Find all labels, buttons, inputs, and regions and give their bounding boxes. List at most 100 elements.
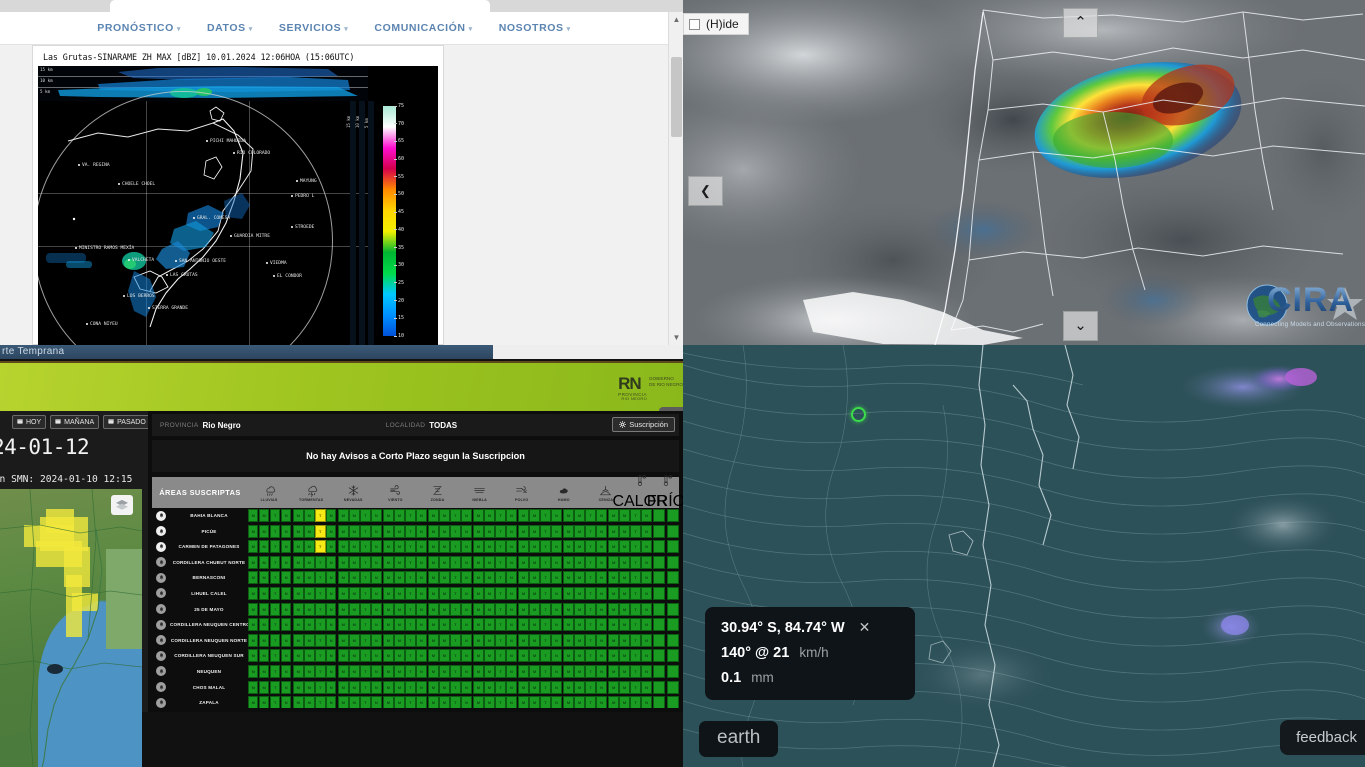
hazard-cell[interactable]: M bbox=[473, 681, 483, 694]
hazard-cell[interactable]: N bbox=[641, 649, 651, 662]
hazard-cell[interactable]: N bbox=[551, 649, 561, 662]
hazard-cell[interactable]: M bbox=[619, 618, 629, 631]
hazard-cell[interactable]: T bbox=[450, 525, 460, 538]
row-notification-toggle[interactable] bbox=[152, 570, 170, 585]
pan-up-button[interactable]: ⌃ bbox=[1063, 8, 1098, 38]
hazard-cell[interactable]: M bbox=[574, 634, 584, 647]
hazard-cell[interactable]: M bbox=[608, 634, 618, 647]
hazard-cell[interactable]: M bbox=[529, 696, 539, 708]
hazard-cell[interactable]: M bbox=[608, 525, 618, 538]
hazard-cell[interactable]: M bbox=[293, 525, 303, 538]
hazard-cell[interactable]: N bbox=[326, 681, 336, 694]
temperature-cell[interactable] bbox=[653, 618, 665, 631]
temperature-cell[interactable] bbox=[667, 525, 679, 538]
hazard-cell[interactable]: M bbox=[349, 649, 359, 662]
hazard-cell[interactable]: M bbox=[518, 681, 528, 694]
hazard-cell[interactable]: M bbox=[574, 587, 584, 600]
hazard-cell[interactable]: M bbox=[293, 634, 303, 647]
hazard-cell[interactable]: M bbox=[529, 649, 539, 662]
hazard-cell[interactable]: T bbox=[360, 681, 370, 694]
hazard-cell[interactable]: M bbox=[518, 649, 528, 662]
hazard-cell[interactable]: M bbox=[338, 618, 348, 631]
hazard-cell[interactable]: N bbox=[281, 540, 291, 553]
hazard-cell[interactable]: N bbox=[461, 540, 471, 553]
hazard-cell[interactable]: N bbox=[551, 634, 561, 647]
hazard-cell[interactable]: T bbox=[360, 696, 370, 708]
hazard-cell[interactable]: M bbox=[518, 540, 528, 553]
readout-precip-unit[interactable]: mm bbox=[751, 670, 774, 685]
hazard-cell[interactable]: M bbox=[574, 603, 584, 616]
hazard-cell[interactable]: T bbox=[315, 681, 325, 694]
earth-map[interactable]: 30.94° S, 84.74° W ✕ 140° @ 21 km/h 0.1 … bbox=[683, 345, 1365, 767]
table-row[interactable]: BAHIA BLANCAMMTNMMTNMMTNMMTNMMTNMMTNMMTN… bbox=[152, 508, 679, 523]
hazard-cell[interactable]: T bbox=[630, 618, 640, 631]
hazard-cell[interactable]: M bbox=[394, 603, 404, 616]
hazard-cell[interactable]: M bbox=[304, 649, 314, 662]
hazard-cell[interactable]: M bbox=[619, 540, 629, 553]
hazard-cell[interactable]: M bbox=[248, 618, 258, 631]
hazard-cell[interactable]: N bbox=[371, 587, 381, 600]
hazard-cell[interactable]: N bbox=[416, 681, 426, 694]
row-notification-toggle[interactable] bbox=[152, 555, 170, 570]
hazard-cell[interactable]: N bbox=[596, 696, 606, 708]
hazard-cell[interactable]: T bbox=[540, 681, 550, 694]
hazard-cell[interactable]: T bbox=[315, 603, 325, 616]
hazard-cell[interactable]: N bbox=[641, 681, 651, 694]
hazard-cell[interactable]: N bbox=[281, 665, 291, 678]
hazard-cell[interactable]: M bbox=[394, 525, 404, 538]
hazard-cell[interactable]: M bbox=[428, 509, 438, 522]
hazard-cell[interactable]: M bbox=[304, 634, 314, 647]
hazard-cell[interactable]: T bbox=[405, 634, 415, 647]
temperature-cell[interactable] bbox=[667, 603, 679, 616]
hazard-cell[interactable]: T bbox=[630, 571, 640, 584]
hazard-cell[interactable]: N bbox=[506, 540, 516, 553]
hazard-cell[interactable]: M bbox=[563, 681, 573, 694]
satellite-image[interactable]: (H)ide ⌃ ❮ ⌄ CIRA Connecting bbox=[683, 0, 1365, 345]
hazard-cell[interactable]: M bbox=[484, 540, 494, 553]
hazard-cell[interactable]: N bbox=[416, 665, 426, 678]
hazard-cell[interactable]: N bbox=[641, 665, 651, 678]
hazard-cell[interactable]: T bbox=[315, 509, 325, 522]
hazard-cell[interactable]: M bbox=[484, 681, 494, 694]
hazard-cell[interactable]: N bbox=[416, 587, 426, 600]
hazard-cell[interactable]: M bbox=[473, 556, 483, 569]
hazard-cell[interactable]: M bbox=[394, 634, 404, 647]
hazard-cell[interactable]: M bbox=[518, 696, 528, 708]
hazard-cell[interactable]: M bbox=[383, 540, 393, 553]
hazard-cell[interactable]: T bbox=[270, 571, 280, 584]
hazard-cell[interactable]: M bbox=[619, 509, 629, 522]
hazard-cell[interactable]: M bbox=[439, 540, 449, 553]
hazard-cell[interactable]: M bbox=[473, 649, 483, 662]
hazard-cell[interactable]: M bbox=[259, 665, 269, 678]
temperature-cell[interactable] bbox=[667, 681, 679, 694]
hazard-cell[interactable]: M bbox=[248, 571, 258, 584]
hazard-cell[interactable]: M bbox=[349, 587, 359, 600]
temperature-cell[interactable] bbox=[653, 556, 665, 569]
hazard-cell[interactable]: N bbox=[641, 603, 651, 616]
table-row[interactable]: NEUQUENMMTNMMTNMMTNMMTNMMTNMMTNMMTNMMTNM… bbox=[152, 664, 679, 679]
province-filter-value[interactable]: Rio Negro bbox=[202, 421, 240, 430]
hazard-cell[interactable]: M bbox=[563, 571, 573, 584]
hazard-cell[interactable]: N bbox=[281, 571, 291, 584]
hazard-cell[interactable]: N bbox=[416, 556, 426, 569]
hazard-cell[interactable]: M bbox=[529, 525, 539, 538]
hazard-cell[interactable]: N bbox=[551, 587, 561, 600]
row-notification-toggle[interactable] bbox=[152, 508, 170, 523]
hazard-cell[interactable]: T bbox=[585, 618, 595, 631]
hazard-cell[interactable]: T bbox=[450, 649, 460, 662]
hazard-cell[interactable]: M bbox=[259, 556, 269, 569]
hazard-cell[interactable]: M bbox=[473, 509, 483, 522]
hazard-cell[interactable]: N bbox=[461, 525, 471, 538]
hazard-cell[interactable]: M bbox=[518, 634, 528, 647]
hazard-cell[interactable]: M bbox=[304, 618, 314, 631]
hazard-cell[interactable]: N bbox=[281, 603, 291, 616]
hazard-cell[interactable]: T bbox=[540, 571, 550, 584]
hazard-cell[interactable]: M bbox=[518, 603, 528, 616]
hazard-cell[interactable]: M bbox=[574, 509, 584, 522]
hazard-cell[interactable]: N bbox=[596, 509, 606, 522]
hazard-cell[interactable]: M bbox=[304, 665, 314, 678]
temperature-cell[interactable] bbox=[653, 587, 665, 600]
hazard-cell[interactable]: M bbox=[563, 665, 573, 678]
hazard-cell[interactable]: N bbox=[641, 571, 651, 584]
scrollbar-thumb[interactable] bbox=[671, 57, 682, 137]
